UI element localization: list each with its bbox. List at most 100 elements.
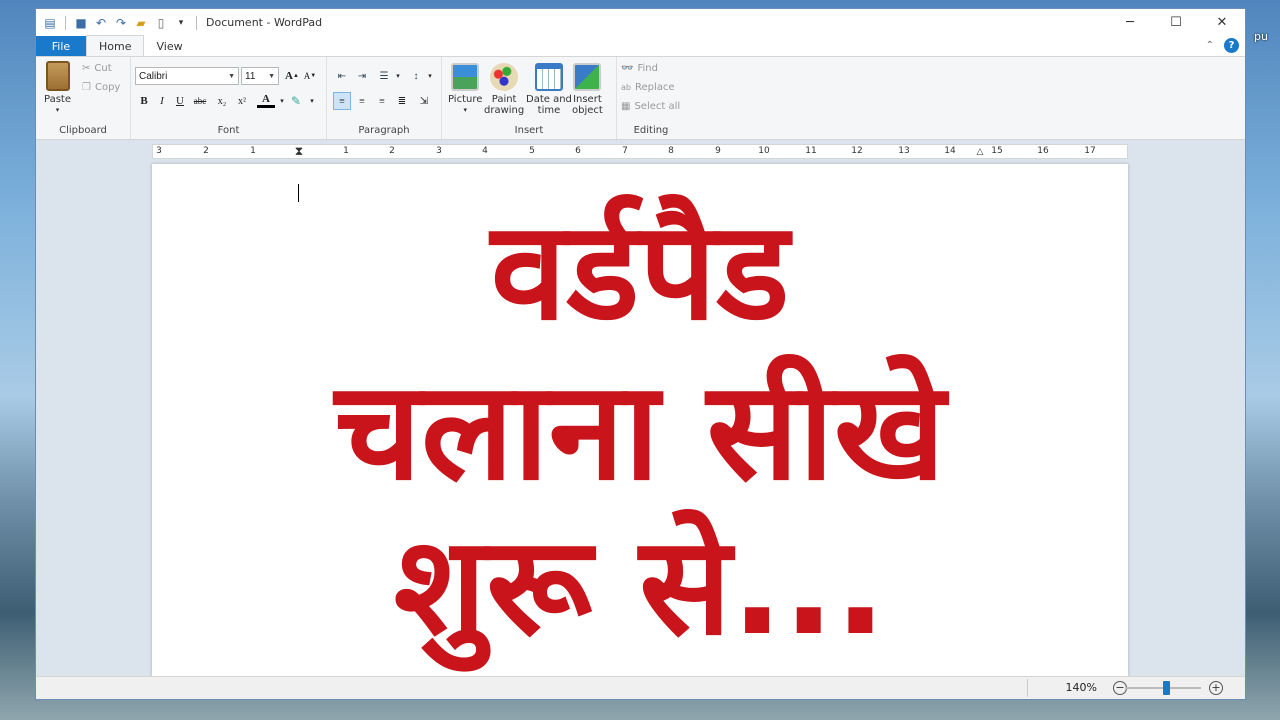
paste-button[interactable]: Paste ▾	[44, 61, 71, 116]
copy-label: Copy	[94, 82, 121, 93]
close-button[interactable]: ✕	[1199, 9, 1245, 36]
right-indent-marker-icon[interactable]: △	[977, 147, 984, 157]
font-size-select[interactable]: 11 ▼	[241, 67, 279, 85]
zoom-slider-thumb[interactable]	[1163, 681, 1171, 695]
ruler-number: 17	[1084, 146, 1096, 156]
paste-icon	[45, 61, 70, 91]
ruler-number: 13	[898, 146, 910, 156]
status-bar: 140% − +	[36, 676, 1245, 699]
paste-label: Paste	[44, 94, 71, 105]
chevron-down-icon[interactable]: ▾	[303, 92, 321, 110]
strikethrough-button[interactable]: abc	[191, 92, 209, 110]
align-right-icon[interactable]: ≡	[373, 92, 391, 110]
italic-button[interactable]: I	[153, 92, 171, 110]
ruler-number: 10	[758, 146, 770, 156]
font-family-value: Calibri	[139, 70, 168, 82]
window-controls: ─ ☐ ✕	[1107, 9, 1245, 36]
paragraph-settings-icon[interactable]: ⇲	[415, 92, 433, 110]
picture-label: Picture	[448, 94, 483, 105]
ribbon: Paste ▾ ✂ Cut ❐ Copy Clipboard Calibri ▼ …	[36, 56, 1245, 140]
save-icon[interactable]: ■	[73, 15, 89, 31]
font-family-select[interactable]: Calibri ▼	[135, 67, 239, 85]
chevron-down-icon: ▾	[55, 106, 60, 114]
ruler[interactable]: 3 2 1 ⧗ 1 2 3 4 5 6 7 8 9 10 11 12 13 14…	[152, 144, 1128, 159]
select-all-icon: ▦	[621, 101, 631, 112]
object-icon	[573, 63, 602, 91]
zoom-in-icon[interactable]: +	[1209, 681, 1223, 695]
replace-button[interactable]: ab Replace	[621, 82, 675, 93]
new-document-icon[interactable]: ▯	[153, 15, 169, 31]
replace-label: Replace	[634, 82, 675, 93]
indent-marker-icon[interactable]: ⧗	[295, 144, 303, 159]
paragraph-group-label: Paragraph	[358, 125, 410, 136]
ruler-number: 6	[575, 146, 581, 156]
font-group: Calibri ▼ 11 ▼ A ▲ A ▼ B I U abc x₂ x² A ▾ ✎…	[131, 57, 327, 139]
paint-drawing-label-1: Paint	[491, 94, 517, 105]
tabs-right: ⌃ ?	[1206, 38, 1239, 53]
date-time-button[interactable]: Date and time	[526, 63, 572, 116]
redo-icon[interactable]: ↷	[113, 15, 129, 31]
clipboard-group-label: Clipboard	[59, 125, 107, 136]
document-page[interactable]: वर्डपैड चलाना सीखे शुरू से...	[152, 164, 1128, 684]
tab-file[interactable]: File	[36, 36, 86, 56]
grow-font-icon[interactable]: A ▲	[283, 67, 301, 85]
chevron-down-icon[interactable]: ▾	[389, 67, 407, 85]
copy-button[interactable]: ❐ Copy	[82, 82, 120, 93]
bold-button[interactable]: B	[135, 92, 153, 110]
collapse-ribbon-icon[interactable]: ⌃	[1206, 40, 1214, 51]
cut-button[interactable]: ✂ Cut	[82, 63, 112, 74]
chevron-down-icon: ▾	[463, 106, 467, 114]
ruler-number: 4	[482, 146, 488, 156]
insert-object-label-2: object	[572, 105, 603, 116]
zoom-slider[interactable]	[1125, 681, 1201, 695]
ribbon-tabs: File Home View ⌃ ?	[36, 35, 1245, 56]
maximize-button[interactable]: ☐	[1153, 9, 1199, 36]
shrink-font-icon[interactable]: A ▼	[301, 67, 319, 85]
date-time-label-2: time	[537, 105, 561, 116]
scissors-icon: ✂	[82, 63, 91, 74]
align-left-icon[interactable]: ≡	[333, 92, 351, 110]
align-center-icon[interactable]: ≡	[353, 92, 371, 110]
insert-object-button[interactable]: Insert object	[572, 63, 603, 116]
copy-icon: ❐	[82, 82, 91, 93]
ruler-number: 9	[715, 146, 721, 156]
tab-home[interactable]: Home	[86, 35, 145, 56]
customize-qat-icon[interactable]: ▾	[173, 15, 189, 31]
underline-button[interactable]: U	[171, 92, 189, 110]
paint-drawing-button[interactable]: Paint drawing	[484, 63, 524, 116]
document-line-2: चलाना सीखे	[334, 353, 946, 511]
increase-indent-icon[interactable]: ⇥	[353, 67, 371, 85]
select-all-button[interactable]: ▦ Select all	[621, 101, 680, 112]
status-separator	[1027, 679, 1028, 697]
select-all-label: Select all	[634, 101, 681, 112]
insert-group: Picture ▾ Paint drawing Date and time In…	[442, 57, 617, 139]
ruler-number: 5	[529, 146, 535, 156]
superscript-button[interactable]: x²	[233, 92, 251, 110]
cut-label: Cut	[94, 63, 112, 74]
zoom-level: 140%	[1065, 681, 1097, 694]
ruler-number: 3	[436, 146, 442, 156]
paint-drawing-label-2: drawing	[484, 105, 525, 116]
ruler-number: 11	[805, 146, 817, 156]
replace-icon: ab	[621, 83, 631, 92]
chevron-down-icon[interactable]: ▾	[421, 67, 439, 85]
justify-icon[interactable]: ≣	[393, 92, 411, 110]
text-cursor	[298, 184, 299, 202]
ruler-number: 8	[668, 146, 674, 156]
ruler-number: 1	[250, 146, 256, 156]
ruler-number: 16	[1037, 146, 1049, 156]
find-button[interactable]: 👓 Find	[621, 63, 658, 74]
open-icon[interactable]: ▰	[133, 15, 149, 31]
help-icon[interactable]: ?	[1224, 38, 1239, 53]
ruler-number: 7	[622, 146, 628, 156]
undo-icon[interactable]: ↶	[93, 15, 109, 31]
wordpad-app-icon[interactable]: ▤	[42, 15, 58, 31]
tab-view[interactable]: View	[144, 36, 194, 56]
window-title: Document - WordPad	[206, 16, 323, 29]
binoculars-icon: 👓	[621, 63, 634, 74]
subscript-button[interactable]: x₂	[213, 92, 231, 110]
find-label: Find	[637, 63, 658, 74]
minimize-button[interactable]: ─	[1107, 9, 1153, 36]
picture-button[interactable]: Picture ▾	[448, 63, 482, 116]
decrease-indent-icon[interactable]: ⇤	[333, 67, 351, 85]
